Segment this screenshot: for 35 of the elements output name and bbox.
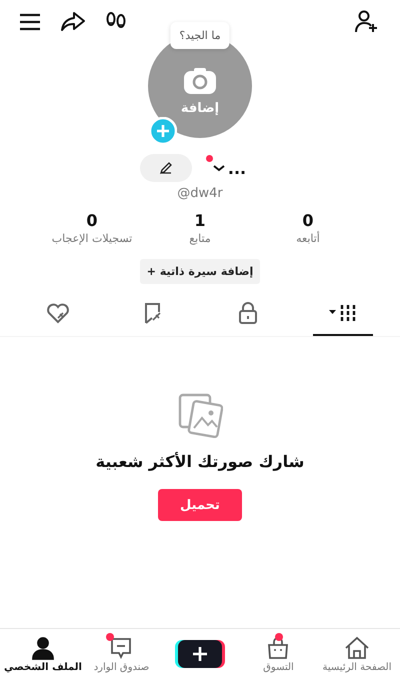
add-photo-icon[interactable] <box>149 117 177 145</box>
edit-profile-button[interactable] <box>140 154 192 182</box>
empty-message: شارك صورتك الأكثر شعبية <box>96 452 304 471</box>
home-icon <box>344 636 370 660</box>
add-bio-button[interactable]: + إضافة سيرة ذاتية <box>140 259 260 284</box>
message-icon <box>109 636 134 660</box>
nav-tab[interactable]: الصفحة الرئيسية <box>322 636 392 672</box>
photo-icon <box>177 392 223 438</box>
create-button[interactable] <box>178 640 222 668</box>
stat-value: 1 <box>194 211 206 230</box>
pencil-icon <box>158 161 173 175</box>
stat-label: متابع <box>189 232 211 245</box>
heart-icon <box>46 302 70 324</box>
lock-icon <box>238 301 258 325</box>
stat-value: 0 <box>86 211 98 230</box>
username-handle: @dw4r <box>176 186 224 201</box>
nav-tab[interactable]: التسوق <box>263 636 294 672</box>
camera-icon <box>183 66 217 94</box>
bag-icon <box>266 636 290 660</box>
person-icon <box>31 636 55 660</box>
stat-value: 0 <box>302 211 314 230</box>
grid-icon <box>328 303 358 323</box>
upload-button[interactable]: تحميل <box>158 489 242 521</box>
nav-tab[interactable]: الملف الشخصي <box>4 636 82 672</box>
nav-tab[interactable]: صندوق الوارد <box>94 636 150 672</box>
stat-label: أتابعه <box>296 232 320 245</box>
avatar-label: إضافة <box>180 100 220 116</box>
share-icon[interactable] <box>60 10 86 34</box>
tooltip: ما الجيد؟ <box>170 22 230 49</box>
stat-label: تسجيلات الإعجاب <box>52 232 132 245</box>
chevron-down-icon <box>212 163 226 173</box>
username-selector[interactable]: ... <box>212 158 246 178</box>
menu-icon[interactable] <box>18 12 42 32</box>
add-friend-icon[interactable] <box>354 9 380 35</box>
plus-icon <box>192 646 208 662</box>
